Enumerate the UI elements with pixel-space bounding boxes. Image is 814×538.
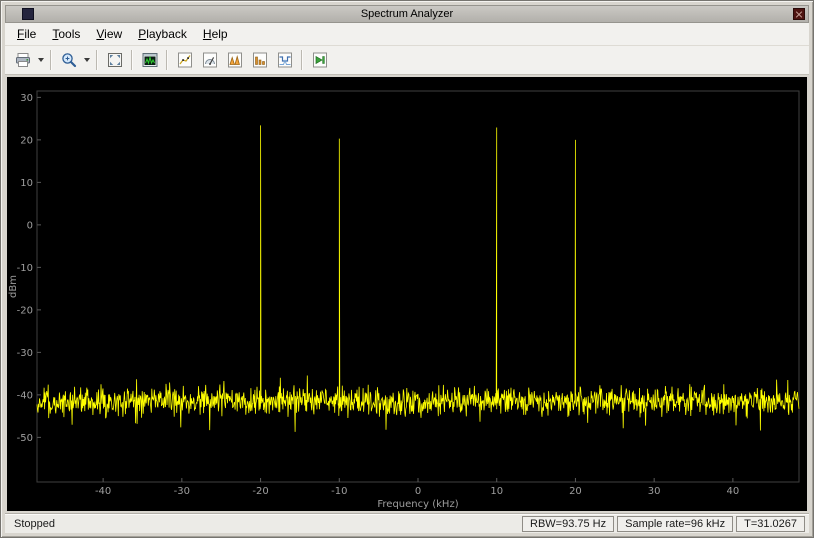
spectral-mask-icon <box>277 52 292 68</box>
rbw-panel: RBW=93.75 Hz <box>522 515 615 532</box>
spectrum-analyzer-window: Spectrum Analyzer File Tools View Playba… <box>0 0 814 538</box>
app-icon[interactable] <box>22 8 34 20</box>
distortion-measurements-button[interactable] <box>247 48 272 72</box>
dropdown-caret-icon <box>83 58 90 62</box>
svg-text:-10: -10 <box>17 263 33 274</box>
svg-text:-30: -30 <box>17 348 33 359</box>
menubar: File Tools View Playback Help <box>5 23 809 46</box>
statusbar: Stopped RBW=93.75 Hz Sample rate=96 kHz … <box>5 513 809 533</box>
svg-text:30: 30 <box>648 486 661 497</box>
cursor-measurements-button[interactable] <box>172 48 197 72</box>
svg-text:-20: -20 <box>252 486 268 497</box>
distortion-measurements-icon <box>252 52 267 68</box>
toolbar-separator <box>50 50 52 70</box>
zoom-in-icon <box>61 53 76 68</box>
svg-text:dBm: dBm <box>8 275 19 298</box>
svg-text:Frequency (kHz): Frequency (kHz) <box>377 499 458 510</box>
svg-text:-30: -30 <box>174 486 190 497</box>
menu-view[interactable]: View <box>88 24 130 44</box>
svg-text:-20: -20 <box>17 305 33 316</box>
sample-rate-panel: Sample rate=96 kHz <box>617 515 734 532</box>
toolbar-separator <box>96 50 98 70</box>
svg-text:30: 30 <box>20 93 33 104</box>
svg-text:0: 0 <box>415 486 421 497</box>
svg-text:40: 40 <box>727 486 740 497</box>
zoom-button[interactable] <box>56 48 81 72</box>
export-dropdown-button[interactable] <box>35 48 46 72</box>
svg-text:0: 0 <box>27 220 33 231</box>
svg-text:-10: -10 <box>331 486 347 497</box>
status-text: Stopped <box>14 517 55 530</box>
svg-text:10: 10 <box>490 486 503 497</box>
fit-to-view-button[interactable] <box>102 48 127 72</box>
toolbar-separator <box>301 50 303 70</box>
toolbar <box>5 46 809 75</box>
close-icon[interactable] <box>793 8 805 20</box>
svg-text:-40: -40 <box>17 390 33 401</box>
spectral-mask-button[interactable] <box>272 48 297 72</box>
fit-to-view-icon <box>107 53 122 67</box>
menu-tools[interactable]: Tools <box>44 24 88 44</box>
menu-help[interactable]: Help <box>195 24 236 44</box>
peak-finder-icon <box>227 52 242 68</box>
step-forward-button[interactable] <box>307 48 332 72</box>
dropdown-caret-icon <box>37 58 44 62</box>
menu-file[interactable]: File <box>9 24 44 44</box>
cursor-measurements-icon <box>177 52 192 68</box>
svg-text:20: 20 <box>20 135 33 146</box>
svg-text:10: 10 <box>20 178 33 189</box>
svg-text:-50: -50 <box>17 433 33 444</box>
zoom-dropdown-button[interactable] <box>81 48 92 72</box>
svg-text:20: 20 <box>569 486 582 497</box>
step-forward-icon <box>312 52 327 68</box>
time-panel: T=31.0267 <box>736 515 805 532</box>
printer-export-icon <box>15 53 30 67</box>
signal-statistics-button[interactable] <box>197 48 222 72</box>
plot-panel[interactable]: -40 -30 -20 -10 0 10 20 30 40 30 20 10 0 -10 -20 -30 -40… <box>7 77 807 511</box>
toolbar-separator <box>166 50 168 70</box>
menu-playback[interactable]: Playback <box>130 24 195 44</box>
spectrum-settings-button[interactable] <box>137 48 162 72</box>
spectrum-settings-icon <box>142 53 157 67</box>
titlebar[interactable]: Spectrum Analyzer <box>5 5 809 23</box>
peak-finder-button[interactable] <box>222 48 247 72</box>
export-button[interactable] <box>10 48 35 72</box>
svg-text:-40: -40 <box>95 486 111 497</box>
toolbar-separator <box>131 50 133 70</box>
signal-statistics-icon <box>202 52 217 68</box>
spectrum-plot[interactable]: -40 -30 -20 -10 0 10 20 30 40 30 20 10 0 -10 -20 -30 -40… <box>7 77 807 511</box>
window-title: Spectrum Analyzer <box>360 8 454 20</box>
